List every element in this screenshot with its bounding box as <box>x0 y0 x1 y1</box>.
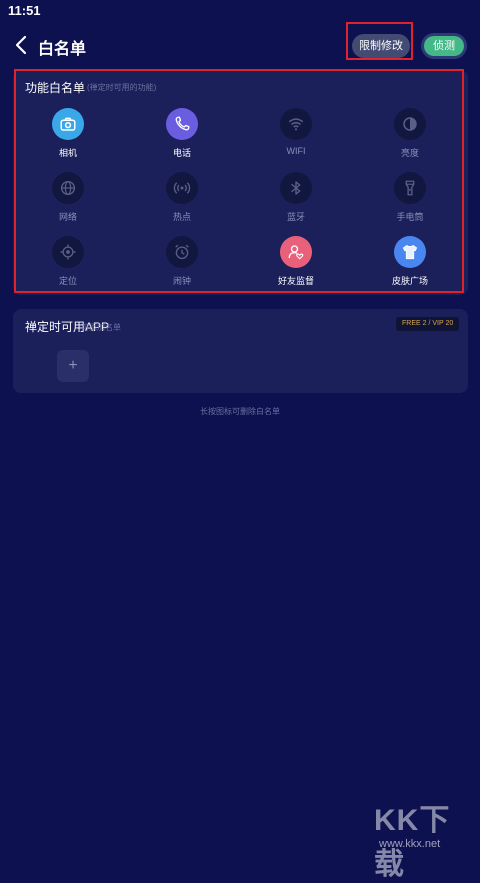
function-item-label: 亮度 <box>400 148 419 158</box>
page-title: 白名单 <box>38 41 87 58</box>
header: 白名单 限制修改 侦测 <box>0 24 480 66</box>
function-item-label: 电话 <box>172 148 191 158</box>
app-whitelist-card: 禅定时可用APP 可添加名单 FREE 2 / VIP 20 + <box>13 309 468 393</box>
hotspot-icon <box>166 172 198 204</box>
function-item-location[interactable]: 定位 <box>28 236 108 287</box>
brightness-icon <box>394 108 426 140</box>
function-item-bluetooth[interactable]: 蓝牙 <box>256 172 336 223</box>
function-item-hotspot[interactable]: 热点 <box>142 172 222 223</box>
phone-icon <box>166 108 198 140</box>
alarm-icon <box>166 236 198 268</box>
function-item-skin-square[interactable]: 皮肤广场 <box>370 236 450 287</box>
camera-icon <box>52 108 84 140</box>
quota-badge: FREE 2 / VIP 20 <box>396 317 460 331</box>
function-card-subtitle: (禅定时可用的功能) <box>87 83 157 92</box>
detect-toggle-label: 侦测 <box>424 36 464 56</box>
function-item-phone[interactable]: 电话 <box>142 108 222 159</box>
function-item-label: 热点 <box>172 212 191 222</box>
function-item-flashlight[interactable]: 手电筒 <box>370 172 450 223</box>
chevron-left-icon <box>15 35 27 55</box>
function-item-label: 网络 <box>58 212 77 222</box>
bluetooth-icon <box>280 172 312 204</box>
function-item-label: WIFI <box>286 146 306 156</box>
app-card-subtitle: 可添加名单 <box>81 323 121 332</box>
function-whitelist-card: 功能白名单 (禅定时可用的功能) 相机 电话 WIFI 亮度 网络 热点 蓝牙 … <box>13 70 468 295</box>
status-bar: 11:51 <box>0 0 480 22</box>
skin-shirt-icon <box>394 236 426 268</box>
location-icon <box>52 236 84 268</box>
function-item-brightness[interactable]: 亮度 <box>370 108 450 159</box>
add-app-button[interactable]: + <box>57 350 89 382</box>
flashlight-icon <box>394 172 426 204</box>
function-item-network[interactable]: 网络 <box>28 172 108 223</box>
function-item-camera[interactable]: 相机 <box>28 108 108 159</box>
detect-toggle[interactable]: 侦测 <box>421 33 467 59</box>
function-item-wifi[interactable]: WIFI <box>256 108 336 156</box>
back-button[interactable] <box>12 34 32 56</box>
function-item-label: 好友监督 <box>277 276 314 286</box>
function-item-alarm[interactable]: 闹钟 <box>142 236 222 287</box>
function-item-label: 相机 <box>58 148 77 158</box>
function-item-label: 皮肤广场 <box>391 276 428 286</box>
function-item-label: 蓝牙 <box>286 212 305 222</box>
function-item-label: 手电筒 <box>396 212 424 222</box>
wifi-icon <box>280 108 312 140</box>
watermark-url: www.kkx.net <box>379 838 441 850</box>
function-item-label: 闹钟 <box>172 276 191 286</box>
limit-edit-button[interactable]: 限制修改 <box>352 34 410 58</box>
status-time: 11:51 <box>8 3 41 18</box>
network-icon <box>52 172 84 204</box>
hint-text: 长按图标可删除白名单 <box>200 407 280 416</box>
function-item-friend-supervise[interactable]: 好友监督 <box>256 236 336 287</box>
function-item-label: 定位 <box>58 276 77 286</box>
function-card-title: 功能白名单 <box>25 81 86 95</box>
friend-supervise-icon <box>280 236 312 268</box>
